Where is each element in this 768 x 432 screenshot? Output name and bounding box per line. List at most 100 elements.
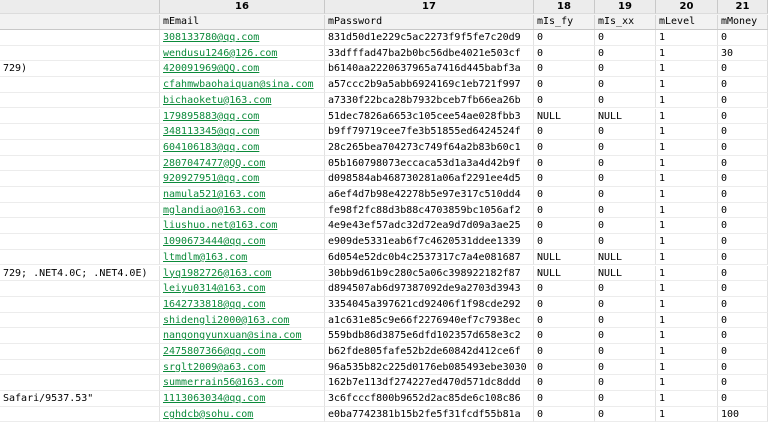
table-row[interactable]: mglandiao@163.com fe98f2fc88d3b88c4703859… <box>0 202 768 219</box>
user-agent-cell[interactable] <box>0 108 160 125</box>
mmoney-cell[interactable]: 100 <box>718 406 768 423</box>
mis-xx-cell[interactable]: 0 <box>595 77 656 93</box>
user-agent-cell[interactable] <box>0 202 160 219</box>
mmoney-cell[interactable]: 0 <box>718 312 768 329</box>
user-agent-cell[interactable] <box>0 218 160 235</box>
email-cell[interactable]: liushuo.net@163.com <box>160 218 325 235</box>
password-cell[interactable]: d894507ab6d97387092de9a2703d3943 <box>325 281 534 297</box>
email-cell[interactable]: cghdcb@sohu.com <box>160 406 325 423</box>
mlevel-cell[interactable]: 1 <box>656 155 718 172</box>
email-cell[interactable]: srglt2009@a63.com <box>160 359 325 376</box>
email-link[interactable]: 348113345@qq.com <box>163 126 259 137</box>
table-row[interactable]: 729) 420091969@QQ.com b6140aa2220637965a74… <box>0 61 768 78</box>
password-cell[interactable]: d098584ab468730281a06af2291ee4d5 <box>325 171 534 187</box>
password-cell[interactable]: e0ba7742381b15b2fe5f31fcdf55b81a <box>325 406 534 423</box>
email-cell[interactable]: 308133780@qq.com <box>160 30 325 46</box>
email-link[interactable]: cfahmwbaohaiquan@sina.com <box>163 79 314 90</box>
mmoney-cell[interactable]: 0 <box>718 187 768 203</box>
table-row[interactable]: 920927951@qq.com d098584ab468730281a06af2… <box>0 171 768 187</box>
password-cell[interactable]: b6140aa2220637965a7416d445babf3a <box>325 61 534 78</box>
table-row[interactable]: 348113345@qq.com b9ff79719cee7fe3b51855ed… <box>0 124 768 140</box>
password-cell[interactable]: 6d054e52dc0b4c2537317c7a4e081687 <box>325 249 534 266</box>
user-agent-cell[interactable] <box>0 249 160 266</box>
email-cell[interactable]: 2475807366@qq.com <box>160 344 325 360</box>
user-agent-cell[interactable] <box>0 92 160 109</box>
mlevel-cell[interactable]: 1 <box>656 171 718 187</box>
mis-xx-cell[interactable]: NULL <box>595 108 656 125</box>
mmoney-cell[interactable]: 0 <box>718 77 768 93</box>
mis-fy-cell[interactable]: 0 <box>534 234 595 250</box>
mlevel-cell[interactable]: 1 <box>656 45 718 62</box>
mlevel-cell[interactable]: 1 <box>656 296 718 313</box>
mis-xx-cell[interactable]: 0 <box>595 124 656 140</box>
mlevel-cell[interactable]: 1 <box>656 359 718 376</box>
email-cell[interactable]: nangongyunxuan@sina.com <box>160 328 325 344</box>
user-agent-cell[interactable] <box>0 234 160 250</box>
mis-xx-cell[interactable]: 0 <box>595 171 656 187</box>
mis-fy-cell[interactable]: 0 <box>534 171 595 187</box>
email-cell[interactable]: leiyu0314@163.com <box>160 281 325 297</box>
password-cell[interactable]: 559bdb86d3875e6dfd102357d658e3c2 <box>325 328 534 344</box>
user-agent-cell[interactable] <box>0 312 160 329</box>
mis-xx-cell[interactable]: 0 <box>595 139 656 156</box>
mis-xx-cell[interactable]: 0 <box>595 61 656 78</box>
mis-xx-cell[interactable]: 0 <box>595 218 656 235</box>
mis-fy-cell[interactable]: 0 <box>534 375 595 392</box>
email-link[interactable]: 1642733818@qq.com <box>163 299 265 310</box>
mis-fy-cell[interactable]: NULL <box>534 249 595 266</box>
email-link[interactable]: 1113063034@qq.com <box>163 393 265 404</box>
email-link[interactable]: namula521@163.com <box>163 189 265 200</box>
mmoney-cell[interactable]: 0 <box>718 139 768 156</box>
table-row[interactable]: 604106183@qq.com 28c265bea704273c749f64a2… <box>0 139 768 156</box>
email-cell[interactable]: lyq1982726@163.com <box>160 265 325 282</box>
mlevel-cell[interactable]: 1 <box>656 77 718 93</box>
mlevel-cell[interactable]: 1 <box>656 61 718 78</box>
mmoney-cell[interactable]: 0 <box>718 108 768 125</box>
table-row[interactable]: 1642733818@qq.com 3354045a397621cd92406f1… <box>0 296 768 313</box>
mmoney-cell[interactable]: 0 <box>718 359 768 376</box>
mis-fy-cell[interactable]: 0 <box>534 202 595 219</box>
email-cell[interactable]: 179895883@qq.com <box>160 108 325 125</box>
email-link[interactable]: 308133780@qq.com <box>163 32 259 43</box>
mis-xx-cell[interactable]: 0 <box>595 296 656 313</box>
email-link[interactable]: ltmdlm@163.com <box>163 252 247 263</box>
mmoney-cell[interactable]: 0 <box>718 124 768 140</box>
user-agent-cell[interactable] <box>0 124 160 140</box>
table-row[interactable]: 2807047477@QQ.com 05b160798073eccaca53d1a… <box>0 155 768 172</box>
mis-xx-cell[interactable]: 0 <box>595 30 656 46</box>
email-cell[interactable]: 420091969@QQ.com <box>160 61 325 78</box>
user-agent-cell[interactable] <box>0 406 160 423</box>
password-cell[interactable]: b62fde805fafe52b2de60842d412ce6f <box>325 344 534 360</box>
password-cell[interactable]: a1c631e85c9e66f2276940ef7c7938ec <box>325 312 534 329</box>
table-row[interactable]: summerrain56@163.com 162b7e113df274227ed4… <box>0 375 768 392</box>
password-cell[interactable]: 4e9e43ef57adc32d72ea9d7d09a3ae25 <box>325 218 534 235</box>
mlevel-cell[interactable]: 1 <box>656 312 718 329</box>
password-cell[interactable]: 3c6fcccf800b9652d2ac85de6c108c86 <box>325 391 534 407</box>
mis-fy-cell[interactable]: 0 <box>534 92 595 109</box>
table-row[interactable]: 2475807366@qq.com b62fde805fafe52b2de6084… <box>0 344 768 360</box>
mis-xx-cell[interactable]: 0 <box>595 375 656 392</box>
mmoney-cell[interactable]: 0 <box>718 234 768 250</box>
user-agent-cell[interactable] <box>0 45 160 62</box>
mis-xx-cell[interactable]: NULL <box>595 265 656 282</box>
email-link[interactable]: leiyu0314@163.com <box>163 283 265 294</box>
user-agent-cell[interactable]: Safari/9537.53" <box>0 391 160 407</box>
email-cell[interactable]: 1113063034@qq.com <box>160 391 325 407</box>
user-agent-cell[interactable]: 729; .NET4.0C; .NET4.0E) <box>0 265 160 282</box>
mmoney-cell[interactable]: 0 <box>718 265 768 282</box>
table-row[interactable]: cghdcb@sohu.com e0ba7742381b15b2fe5f31fcd… <box>0 406 768 423</box>
mmoney-cell[interactable]: 0 <box>718 92 768 109</box>
mis-fy-cell[interactable]: 0 <box>534 124 595 140</box>
table-row[interactable]: 1090673444@qq.com e909de5331eab6f7c462053… <box>0 234 768 250</box>
mlevel-cell[interactable]: 1 <box>656 281 718 297</box>
mlevel-cell[interactable]: 1 <box>656 344 718 360</box>
mlevel-cell[interactable]: 1 <box>656 202 718 219</box>
email-link[interactable]: 604106183@qq.com <box>163 142 259 153</box>
user-agent-cell[interactable] <box>0 171 160 187</box>
mis-xx-cell[interactable]: 0 <box>595 281 656 297</box>
mis-fy-cell[interactable]: 0 <box>534 406 595 423</box>
table-row[interactable]: liushuo.net@163.com 4e9e43ef57adc32d72ea9… <box>0 218 768 235</box>
table-row[interactable]: 729; .NET4.0C; .NET4.0E) lyq1982726@163.c… <box>0 265 768 282</box>
password-cell[interactable]: 3354045a397621cd92406f1f98cde292 <box>325 296 534 313</box>
mis-fy-cell[interactable]: NULL <box>534 108 595 125</box>
